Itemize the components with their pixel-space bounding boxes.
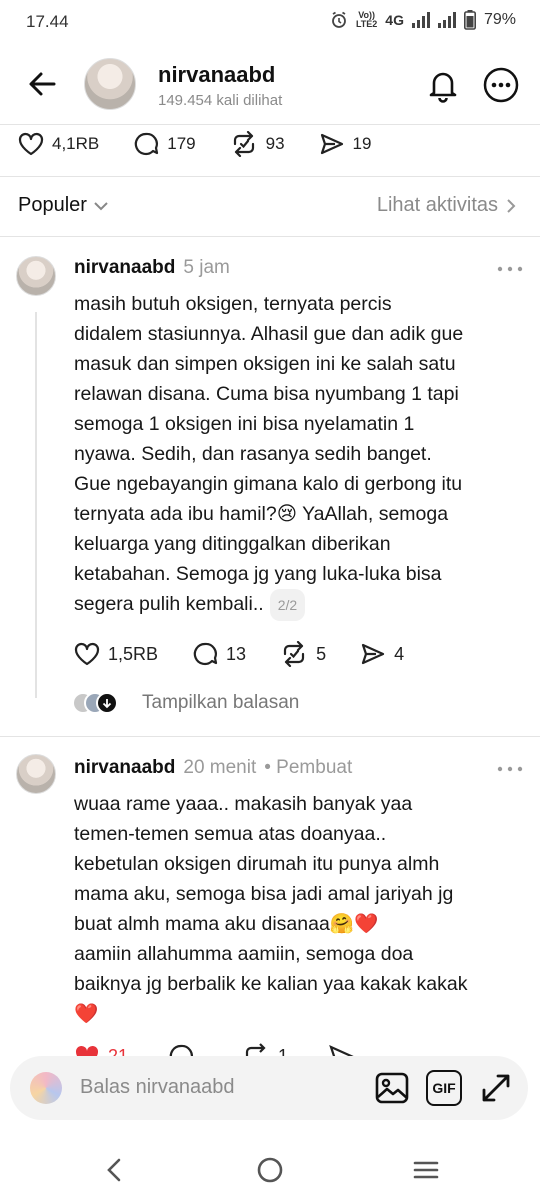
repost-icon	[283, 641, 305, 667]
signal-icon	[411, 12, 430, 28]
nav-recents-button[interactable]	[409, 1153, 443, 1187]
volte-indicator: Vo)) LTE2	[356, 11, 377, 29]
activity-label: Lihat aktivitas	[376, 194, 498, 216]
post-time: 20 menit	[183, 757, 257, 778]
repost-button[interactable]: 93	[230, 131, 285, 157]
post-like-count: 1,5RB	[108, 643, 159, 664]
post-stats: 1,5RB 13 5 4	[74, 640, 404, 668]
bell-icon	[429, 72, 457, 103]
header-divider	[0, 124, 540, 125]
notification-button[interactable]	[424, 66, 462, 104]
post-comment-count: 13	[226, 643, 247, 664]
like-count: 4,1RB	[52, 134, 100, 153]
chevron-right-icon	[507, 198, 516, 213]
repost-icon	[233, 131, 254, 157]
back-arrow-icon	[29, 72, 56, 96]
post-comment-button[interactable]: 13	[192, 641, 246, 667]
post-divider	[0, 736, 540, 737]
chevron-left-icon	[107, 1158, 121, 1182]
comment-icon	[135, 132, 159, 156]
like-button[interactable]: 4,1RB	[18, 132, 99, 156]
image-icon	[375, 1072, 409, 1104]
back-button[interactable]	[24, 66, 60, 102]
stats-divider	[0, 176, 540, 177]
view-count: 149.454 kali dilihat	[158, 92, 283, 109]
nav-back-button[interactable]	[98, 1153, 132, 1187]
header-username[interactable]: nirvanaabd	[158, 62, 275, 88]
post-repost-button[interactable]: 5	[280, 641, 326, 667]
profile-avatar[interactable]	[84, 58, 136, 110]
expand-button[interactable]	[478, 1070, 514, 1106]
comment-count: 179	[167, 134, 196, 153]
repost-count: 93	[265, 134, 285, 153]
menu-lines-icon	[413, 1161, 439, 1179]
post-avatar[interactable]	[16, 754, 56, 794]
gif-label: GIF	[432, 1080, 456, 1096]
post-text: masih butuh oksigen, ternyata percis did…	[74, 289, 514, 621]
status-time: 17.44	[26, 12, 69, 31]
post-repost-count: 5	[316, 643, 327, 664]
main-post-stats: 4,1RB 179 93 19	[18, 130, 371, 158]
post-like-button[interactable]: 1,5RB	[74, 642, 158, 666]
post-text: wuaa rame yaaa.. makasih banyak yaa teme…	[74, 793, 468, 1025]
post-avatar[interactable]	[16, 256, 56, 296]
reply-input[interactable]: Balas nirvanaabd	[80, 1076, 235, 1099]
more-dots-icon	[497, 266, 523, 272]
post-more-button[interactable]	[496, 264, 524, 274]
send-icon	[361, 643, 385, 665]
comment-button[interactable]: 179	[133, 131, 196, 157]
sort-dropdown[interactable]: Populer	[18, 194, 109, 217]
sort-label: Populer	[18, 194, 87, 216]
gif-button[interactable]: GIF	[426, 1070, 462, 1106]
user-avatar	[30, 1072, 62, 1104]
send-icon	[320, 133, 343, 155]
nav-home-button[interactable]	[253, 1153, 287, 1187]
alarm-icon	[330, 11, 348, 29]
heart-icon	[74, 642, 100, 666]
post-username[interactable]: nirvanaabd	[74, 757, 175, 779]
reply-avatars	[72, 690, 128, 716]
more-dots-icon	[497, 766, 523, 772]
expand-icon	[482, 1074, 510, 1102]
network-label: 4G	[385, 12, 404, 28]
post-more-button[interactable]	[496, 764, 524, 774]
post-username[interactable]: nirvanaabd	[74, 257, 175, 279]
post-share-button[interactable]: 4	[360, 642, 404, 666]
status-icons: Vo)) LTE2 4G 79%	[330, 10, 516, 30]
post-header: nirvanaabd 5 jam	[74, 257, 230, 279]
view-activity-link[interactable]: Lihat aktivitas	[377, 194, 516, 217]
battery-percent: 79%	[483, 11, 516, 28]
show-replies-button[interactable]: Tampilkan balasan	[72, 690, 299, 716]
share-count: 19	[352, 134, 372, 153]
volte-line2: LTE2	[355, 19, 378, 29]
share-button[interactable]: 19	[319, 132, 372, 156]
heart-icon	[18, 132, 44, 156]
signal-icon-2	[437, 12, 456, 28]
more-options-button[interactable]	[482, 66, 520, 104]
thread-line	[35, 312, 37, 698]
author-badge: • Pembuat	[264, 757, 353, 778]
image-attach-button[interactable]	[374, 1070, 410, 1106]
post-header: nirvanaabd 20 menit • Pembuat	[74, 757, 352, 779]
battery-icon	[463, 10, 476, 30]
post-time: 5 jam	[183, 257, 230, 278]
sort-divider	[0, 236, 540, 237]
show-replies-label: Tampilkan balasan	[142, 692, 300, 713]
chevron-down-icon	[94, 201, 108, 210]
ellipsis-circle-icon	[483, 67, 519, 103]
post-body: masih butuh oksigen, ternyata percis did…	[74, 293, 464, 616]
page-indicator: 2/2	[269, 589, 306, 621]
comment-icon	[193, 642, 218, 666]
post-share-count: 4	[394, 643, 405, 664]
home-circle-icon	[257, 1157, 283, 1183]
arrow-down-icon	[96, 692, 118, 714]
